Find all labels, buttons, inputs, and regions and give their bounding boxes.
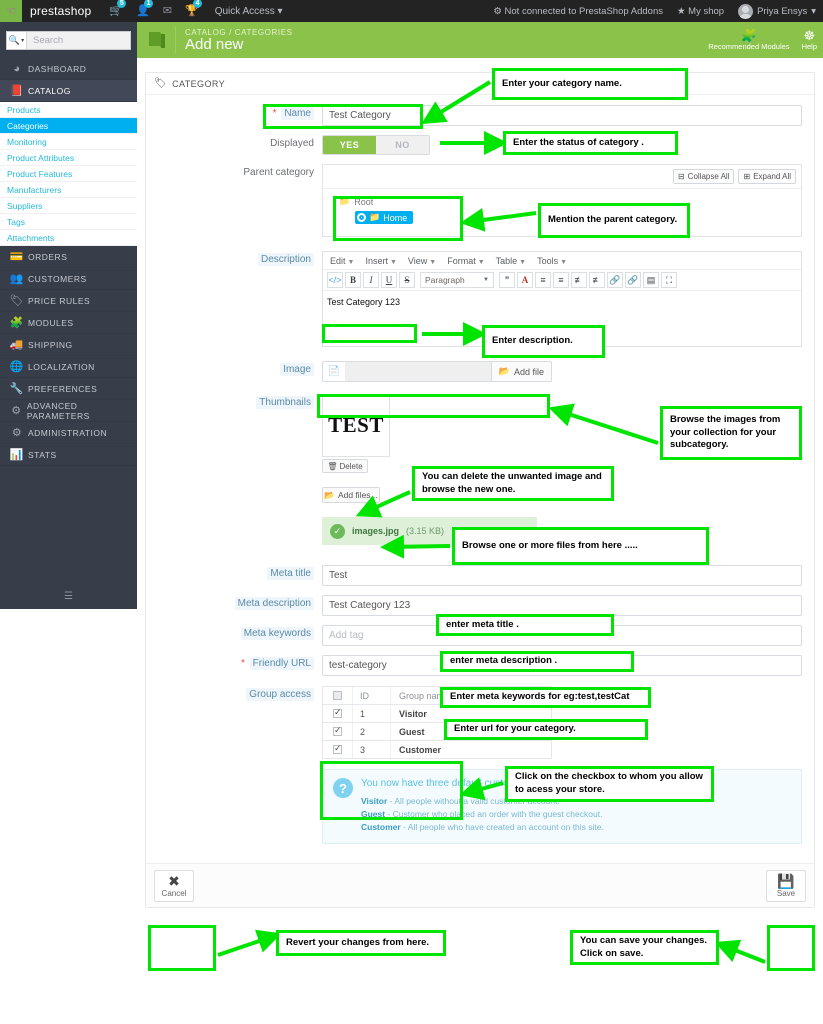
annotation-cancel: Revert your changes from here. [276, 930, 446, 956]
annotation-save: You can save your changes. Click on save… [570, 930, 719, 965]
annotation-category-name: Enter your category name. [492, 68, 688, 100]
annotation-group-access: Click on the checkbox to whom you allow … [505, 766, 714, 802]
annotation-text: Enter meta keywords for eg:test,testCat [450, 691, 630, 703]
annotation-parent-category: Mention the parent category. [538, 203, 690, 238]
annotation-text: You can delete the unwanted image and br… [422, 470, 602, 495]
annotation-text: Enter your category name. [502, 77, 622, 89]
annotation-meta-title: enter meta title . [436, 614, 614, 636]
annotation-text: Browse one or more files from here ..... [462, 539, 638, 551]
annotation-arrows [217, 80, 766, 964]
annotation-text: enter meta description . [450, 655, 558, 667]
annotation-text: Revert your changes from here. [286, 936, 430, 948]
annotation-text: Click on the checkbox to whom you allow … [515, 771, 703, 795]
annotation-text: Enter the status of category . [513, 136, 644, 148]
annotation-status: Enter the status of category . [503, 131, 678, 155]
annotation-text: Mention the parent category. [548, 214, 678, 226]
annotation-text: enter meta title . [446, 618, 519, 630]
annotation-meta-keywords: Enter meta keywords for eg:test,testCat [440, 687, 651, 708]
annotation-text: Browse the images from your collection f… [670, 413, 781, 451]
annotation-text: Enter description. [492, 335, 573, 347]
annotation-delete-image: You can delete the unwanted image and br… [412, 466, 614, 501]
annotation-browse-images: Browse the images from your collection f… [660, 406, 802, 460]
annotation-meta-description: enter meta description . [440, 651, 634, 672]
annotation-description: Enter description. [482, 325, 605, 358]
annotation-browse-files: Browse one or more files from here ..... [452, 527, 709, 565]
annotation-text: You can save your changes. Click on save… [580, 934, 708, 959]
annotation-text: Enter url for your category. [454, 723, 576, 735]
annotation-friendly-url: Enter url for your category. [444, 719, 648, 740]
